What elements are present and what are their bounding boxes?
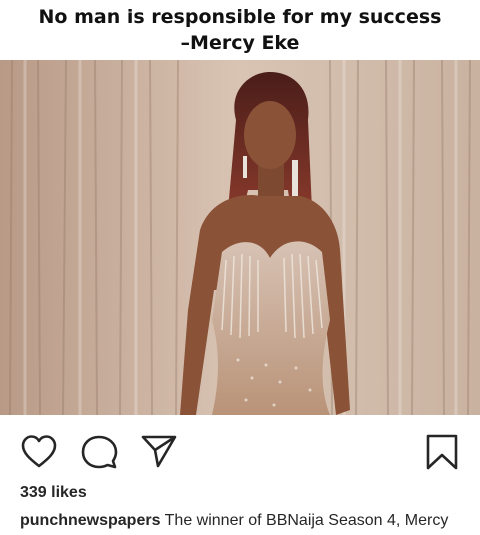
quote-header: No man is responsible for my success –Me… [0,0,480,60]
quote-author: –Mercy Eke [180,32,300,54]
instagram-post: No man is responsible for my success –Me… [0,0,480,535]
post-caption: punchnewspapers The winner of BBNaija Se… [20,512,475,530]
likes-count[interactable]: 339 likes [20,484,87,502]
post-photo[interactable] [0,60,480,415]
like-heart-icon[interactable] [20,433,58,471]
caption-username[interactable]: punchnewspapers [20,512,160,529]
share-paper-plane-icon[interactable] [140,433,178,471]
save-bookmark-icon[interactable] [423,433,461,471]
caption-text: The winner of BBNaija Season 4, Mercy [164,512,449,529]
quote-text: No man is responsible for my success [38,6,442,28]
action-bar [0,415,480,485]
comment-bubble-icon[interactable] [80,433,118,471]
